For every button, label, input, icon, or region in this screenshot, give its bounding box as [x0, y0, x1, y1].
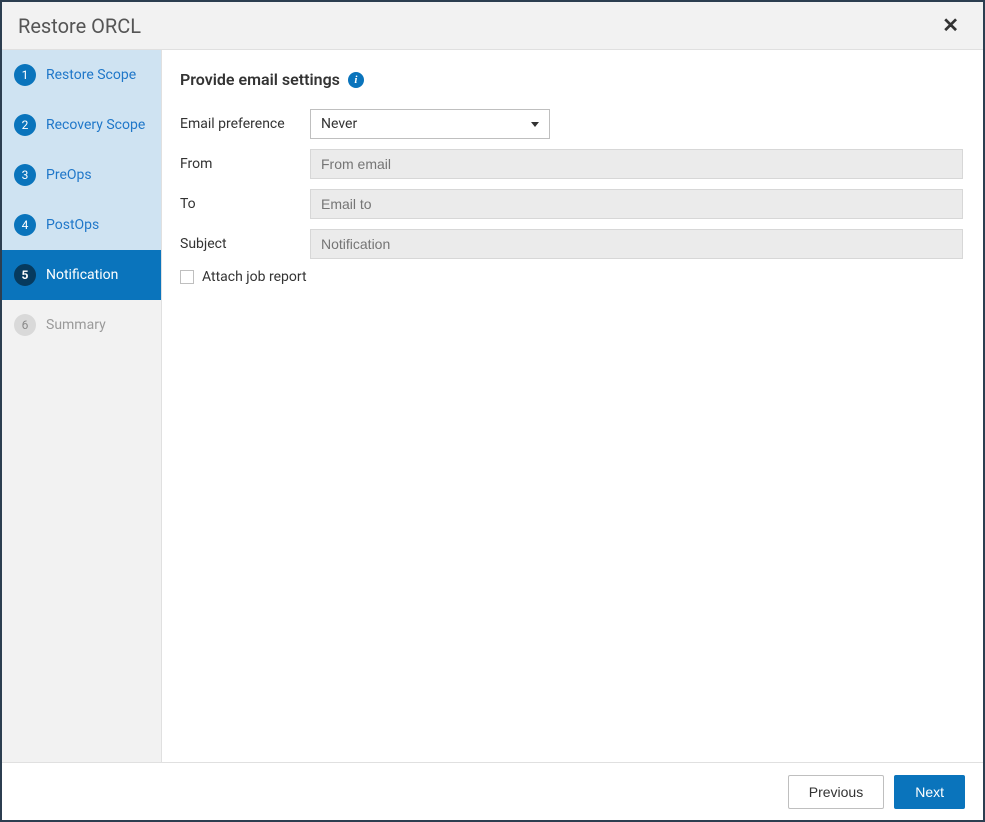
row-email-preference: Email preference Never [180, 109, 963, 139]
step-summary[interactable]: 6 Summary [2, 300, 161, 350]
to-input [310, 189, 963, 219]
control-wrap: Never [310, 109, 963, 139]
close-button[interactable]: ✕ [934, 9, 967, 42]
step-number: 5 [14, 264, 36, 286]
modal-footer: Previous Next [2, 762, 983, 820]
row-attach-report: Attach job report [180, 269, 963, 285]
previous-button[interactable]: Previous [788, 775, 884, 809]
section-title-row: Provide email settings i [180, 70, 963, 89]
label-email-preference: Email preference [180, 116, 310, 132]
step-preops[interactable]: 3 PreOps [2, 150, 161, 200]
subject-input [310, 229, 963, 259]
modal-body: 1 Restore Scope 2 Recovery Scope 3 PreOp… [2, 50, 983, 762]
step-postops[interactable]: 4 PostOps [2, 200, 161, 250]
step-label: PostOps [46, 217, 99, 233]
info-icon[interactable]: i [348, 72, 364, 88]
step-label: Notification [46, 267, 118, 283]
control-wrap [310, 189, 963, 219]
step-label: Recovery Scope [46, 117, 145, 133]
step-notification[interactable]: 5 Notification [2, 250, 161, 300]
control-wrap [310, 229, 963, 259]
step-number: 6 [14, 314, 36, 336]
step-restore-scope[interactable]: 1 Restore Scope [2, 50, 161, 100]
row-from: From [180, 149, 963, 179]
row-to: To [180, 189, 963, 219]
step-number: 3 [14, 164, 36, 186]
step-label: Summary [46, 317, 106, 333]
wizard-sidebar: 1 Restore Scope 2 Recovery Scope 3 PreOp… [2, 50, 162, 762]
control-wrap [310, 149, 963, 179]
select-value: Never [321, 116, 357, 132]
step-label: PreOps [46, 167, 92, 183]
modal-title: Restore ORCL [18, 14, 934, 38]
next-button[interactable]: Next [894, 775, 965, 809]
attach-report-label: Attach job report [202, 269, 307, 285]
step-recovery-scope[interactable]: 2 Recovery Scope [2, 100, 161, 150]
chevron-down-icon [531, 122, 539, 127]
close-icon: ✕ [942, 15, 959, 37]
content-panel: Provide email settings i Email preferenc… [162, 50, 983, 762]
email-preference-select[interactable]: Never [310, 109, 550, 139]
step-number: 2 [14, 114, 36, 136]
modal-header: Restore ORCL ✕ [2, 2, 983, 50]
label-subject: Subject [180, 236, 310, 252]
label-to: To [180, 196, 310, 212]
restore-modal: Restore ORCL ✕ 1 Restore Scope 2 Recover… [0, 0, 985, 822]
from-input [310, 149, 963, 179]
label-from: From [180, 156, 310, 172]
step-number: 1 [14, 64, 36, 86]
row-subject: Subject [180, 229, 963, 259]
step-label: Restore Scope [46, 67, 136, 83]
attach-report-checkbox[interactable] [180, 270, 194, 284]
step-number: 4 [14, 214, 36, 236]
section-title: Provide email settings [180, 70, 340, 89]
